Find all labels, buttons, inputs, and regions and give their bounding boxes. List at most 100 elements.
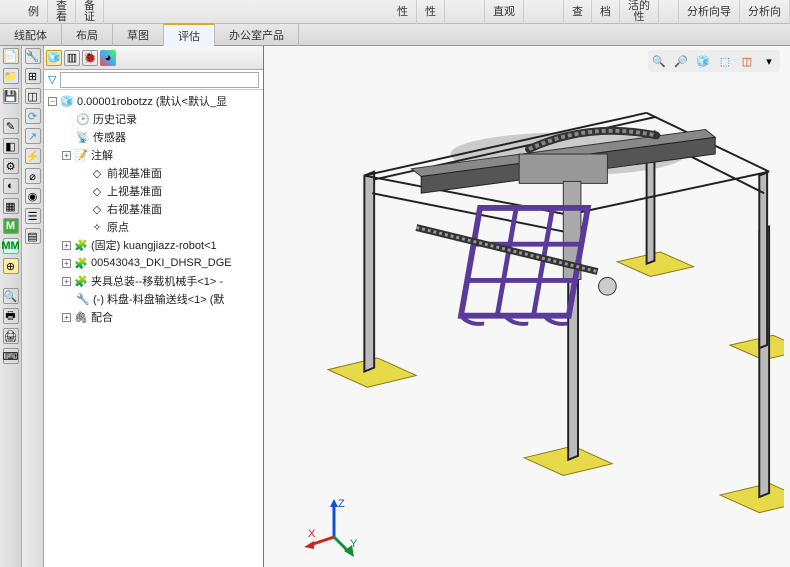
tool-icon[interactable]: ◐ — [3, 178, 19, 194]
tree-node[interactable]: ◇前视基准面 — [44, 164, 263, 182]
tool-icon[interactable]: ⚡ — [25, 148, 41, 164]
tree-tab-bar: 🧊 ▥ 🐞 ◕ — [44, 46, 263, 70]
expand-toggle-icon[interactable]: + — [62, 241, 71, 250]
ribbon-item[interactable]: 分析向 — [740, 0, 790, 24]
tab-assembly[interactable]: 线配体 — [0, 24, 62, 46]
tree-node[interactable]: +📝注解 — [44, 146, 263, 164]
ribbon-spacer — [659, 0, 679, 24]
tool-icon[interactable]: ⊕ — [3, 258, 19, 274]
tool-icon[interactable]: 📁 — [3, 68, 19, 84]
tool-icon[interactable]: ◉ — [25, 188, 41, 204]
tree-tab-icon[interactable]: 🐞 — [82, 50, 98, 66]
ribbon-item[interactable]: 备 证 — [76, 0, 104, 24]
tab-evaluate[interactable]: 评估 — [164, 23, 215, 47]
expand-toggle-icon[interactable]: + — [62, 313, 71, 322]
tree-tab-icon[interactable]: 🧊 — [46, 50, 62, 66]
expand-toggle-icon[interactable]: − — [48, 97, 57, 106]
tree-node-label: 前视基准面 — [107, 165, 162, 181]
ribbon-item[interactable]: 活的 性 — [620, 0, 659, 24]
ribbon-item[interactable]: 查 看 — [48, 0, 76, 24]
sensor-icon: 📡 — [76, 130, 90, 144]
tool-icon[interactable]: ⚙ — [3, 158, 19, 174]
tree-node[interactable]: +🧩夹具总装--移载机械手<1> - — [44, 272, 263, 290]
filter-icon: ▽ — [48, 73, 56, 86]
tool-icon[interactable]: ↗ — [25, 128, 41, 144]
tree-node-label: 配合 — [91, 309, 113, 325]
tree-node[interactable]: +🧩00543043_DKI_DHSR_DGE — [44, 254, 263, 272]
tree-node-label: 0.00001robotzz (默认<默认_显 — [77, 93, 227, 109]
left-icon-bar: 📄 📁 💾 ✎ ◧ ⚙ ◐ ▦ M MM ⊕ 🔍 🖶 🖨 ⌨ — [0, 46, 22, 567]
tree-filter-input[interactable] — [60, 72, 259, 88]
tool-icon[interactable]: ☰ — [25, 208, 41, 224]
expand-toggle-icon[interactable]: + — [62, 277, 71, 286]
tool-icon[interactable]: ⊞ — [25, 68, 41, 84]
tree-node-label: 历史记录 — [93, 111, 137, 127]
tool-icon[interactable]: ◫ — [25, 88, 41, 104]
expand-toggle-icon[interactable]: + — [62, 151, 71, 160]
ribbon-item[interactable]: 直观 — [485, 0, 524, 24]
ribbon-item[interactable]: 查 — [564, 0, 592, 24]
tree-node-label: 右视基准面 — [107, 201, 162, 217]
ribbon-item[interactable]: 性 — [389, 0, 417, 24]
tree-node-label: 原点 — [107, 219, 129, 235]
feature-tree[interactable]: −🧊0.00001robotzz (默认<默认_显🕑历史记录📡传感器+📝注解◇前… — [44, 90, 263, 567]
tool-icon[interactable]: ⌨ — [3, 348, 19, 364]
tab-layout[interactable]: 布局 — [62, 24, 113, 46]
tree-node[interactable]: ◇上视基准面 — [44, 182, 263, 200]
tool-icon[interactable]: ✎ — [3, 118, 19, 134]
tree-node[interactable]: 🕑历史记录 — [44, 110, 263, 128]
tool-icon[interactable]: 🔧 — [25, 48, 41, 64]
origin-icon: ✧ — [90, 220, 104, 234]
part2-icon: 🔧 — [76, 292, 90, 306]
tree-node[interactable]: 📡传感器 — [44, 128, 263, 146]
tree-node-label: 夹具总装--移载机械手<1> - — [91, 273, 223, 289]
tool-icon[interactable]: ⟳ — [25, 108, 41, 124]
tab-sketch[interactable]: 草图 — [113, 24, 164, 46]
orientation-triad[interactable]: Z X Y — [304, 497, 364, 557]
command-tabs: 线配体 布局 草图 评估 办公室产品 — [0, 24, 790, 46]
ribbon-item[interactable]: 档 — [592, 0, 620, 24]
part-icon: 🧩 — [74, 238, 88, 252]
main-area: 📄 📁 💾 ✎ ◧ ⚙ ◐ ▦ M MM ⊕ 🔍 🖶 🖨 ⌨ 🔧 ⊞ ◫ ⟳ ↗… — [0, 46, 790, 567]
plane-icon: ◇ — [90, 166, 104, 180]
tool-icon[interactable]: MM — [3, 238, 19, 254]
tree-node-label: (固定) kuangjiazz-robot<1 — [91, 237, 217, 253]
tool-icon[interactable]: 🔍 — [3, 288, 19, 304]
annotation-icon: 📝 — [74, 148, 88, 162]
assembly-icon: 🧊 — [60, 94, 74, 108]
ribbon-spacer — [445, 0, 485, 24]
tree-node[interactable]: ✧原点 — [44, 218, 263, 236]
tree-node[interactable]: +🖇配合 — [44, 308, 263, 326]
tool-icon[interactable]: 💾 — [3, 88, 19, 104]
tree-node[interactable]: +🧩(固定) kuangjiazz-robot<1 — [44, 236, 263, 254]
tree-node-label: 上视基准面 — [107, 183, 162, 199]
ribbon-item[interactable]: 性 — [417, 0, 445, 24]
tree-tab-icon[interactable]: ▥ — [64, 50, 80, 66]
model-view — [274, 56, 784, 546]
expand-toggle-icon[interactable]: + — [62, 259, 71, 268]
tool-icon[interactable]: ▤ — [25, 228, 41, 244]
ribbon-item[interactable]: 分析向导 — [679, 0, 740, 24]
tree-node[interactable]: ◇右视基准面 — [44, 200, 263, 218]
tool-icon[interactable]: ◧ — [3, 138, 19, 154]
second-icon-bar: 🔧 ⊞ ◫ ⟳ ↗ ⚡ ⌀ ◉ ☰ ▤ — [22, 46, 44, 567]
part-icon: 🧩 — [74, 274, 88, 288]
tool-icon[interactable]: 📄 — [3, 48, 19, 64]
tool-icon[interactable]: ⌀ — [25, 168, 41, 184]
svg-text:X: X — [308, 528, 316, 540]
tool-icon[interactable]: ▦ — [3, 198, 19, 214]
svg-text:Y: Y — [350, 538, 358, 550]
tree-node-label: (-) 料盘-料盘输送线<1> (默 — [93, 291, 224, 307]
tool-icon[interactable]: 🖨 — [3, 328, 19, 344]
graphics-viewport[interactable]: 🔍 🔎 🧊 ⬚ ◫ ▾ — [264, 46, 790, 567]
tool-icon[interactable]: 🖶 — [3, 308, 19, 324]
tool-icon[interactable]: M — [3, 218, 19, 234]
tree-node[interactable]: −🧊0.00001robotzz (默认<默认_显 — [44, 92, 263, 110]
history-icon: 🕑 — [76, 112, 90, 126]
tab-office[interactable]: 办公室产品 — [215, 24, 299, 46]
tree-node[interactable]: 🔧(-) 料盘-料盘输送线<1> (默 — [44, 290, 263, 308]
feature-tree-panel: 🧊 ▥ 🐞 ◕ ▽ −🧊0.00001robotzz (默认<默认_显🕑历史记录… — [44, 46, 264, 567]
tree-tab-icon[interactable]: ◕ — [100, 50, 116, 66]
ribbon-item[interactable]: 例 — [20, 0, 48, 24]
plane-icon: ◇ — [90, 202, 104, 216]
